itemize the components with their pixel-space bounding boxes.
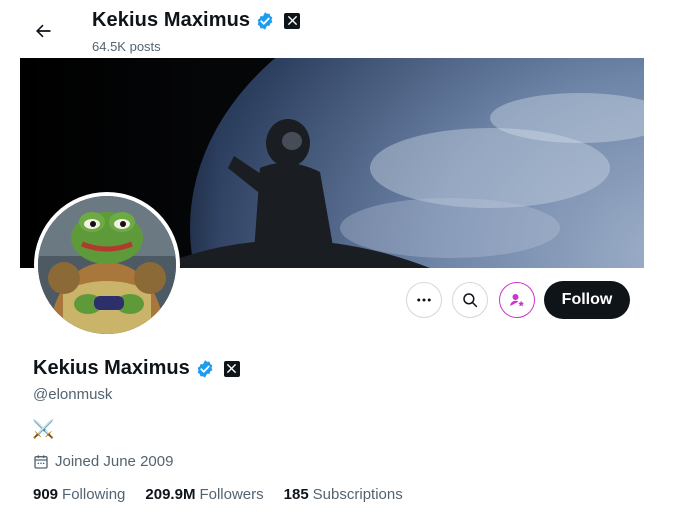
profile-display-name: Kekius Maximus	[33, 357, 190, 379]
calendar-icon	[34, 454, 48, 469]
subscribe-button[interactable]	[499, 282, 535, 318]
subscriptions-count: 185	[283, 486, 309, 503]
subscriptions-link[interactable]: 185 Subscriptions	[284, 486, 403, 503]
back-button[interactable]	[26, 14, 60, 48]
header-display-name: Kekius Maximus	[92, 9, 251, 31]
x-affiliation-icon[interactable]	[223, 360, 240, 377]
header-name-row: Kekius Maximus	[92, 9, 301, 32]
profile-bio: ⚔️	[32, 419, 55, 439]
followers-count: 209.9M	[145, 486, 196, 503]
more-horizontal-icon	[417, 298, 431, 302]
following-link[interactable]: 909 Following	[33, 486, 125, 503]
profile-avatar[interactable]	[34, 192, 180, 338]
search-profile-button[interactable]	[452, 282, 488, 318]
follow-button[interactable]: Follow	[544, 281, 630, 319]
verified-badge-icon[interactable]	[195, 359, 215, 379]
search-icon	[463, 293, 478, 308]
profile-stats: 909 Following 209.9M Followers 185 Subsc…	[33, 486, 403, 503]
verified-badge-icon	[255, 11, 275, 31]
profile-name-row: Kekius Maximus	[33, 357, 240, 380]
followers-link[interactable]: 209.9M Followers	[145, 486, 263, 503]
joined-date-text: Joined June 2009	[55, 453, 174, 470]
following-count: 909	[33, 486, 59, 503]
more-options-button[interactable]	[406, 282, 442, 318]
arrow-left-icon	[36, 24, 51, 38]
following-label: Following	[62, 486, 126, 503]
avatar-image	[38, 196, 176, 334]
subscriptions-label: Subscriptions	[312, 486, 403, 503]
header-post-count: 64.5K posts	[92, 39, 161, 54]
subscribe-icon	[510, 294, 525, 307]
joined-date-row: Joined June 2009	[33, 453, 173, 470]
profile-handle: @elonmusk	[33, 386, 113, 403]
followers-label: Followers	[199, 486, 264, 503]
x-affiliation-icon	[284, 12, 301, 29]
profile-top-bar: Kekius Maximus 64.5K posts	[0, 0, 700, 58]
